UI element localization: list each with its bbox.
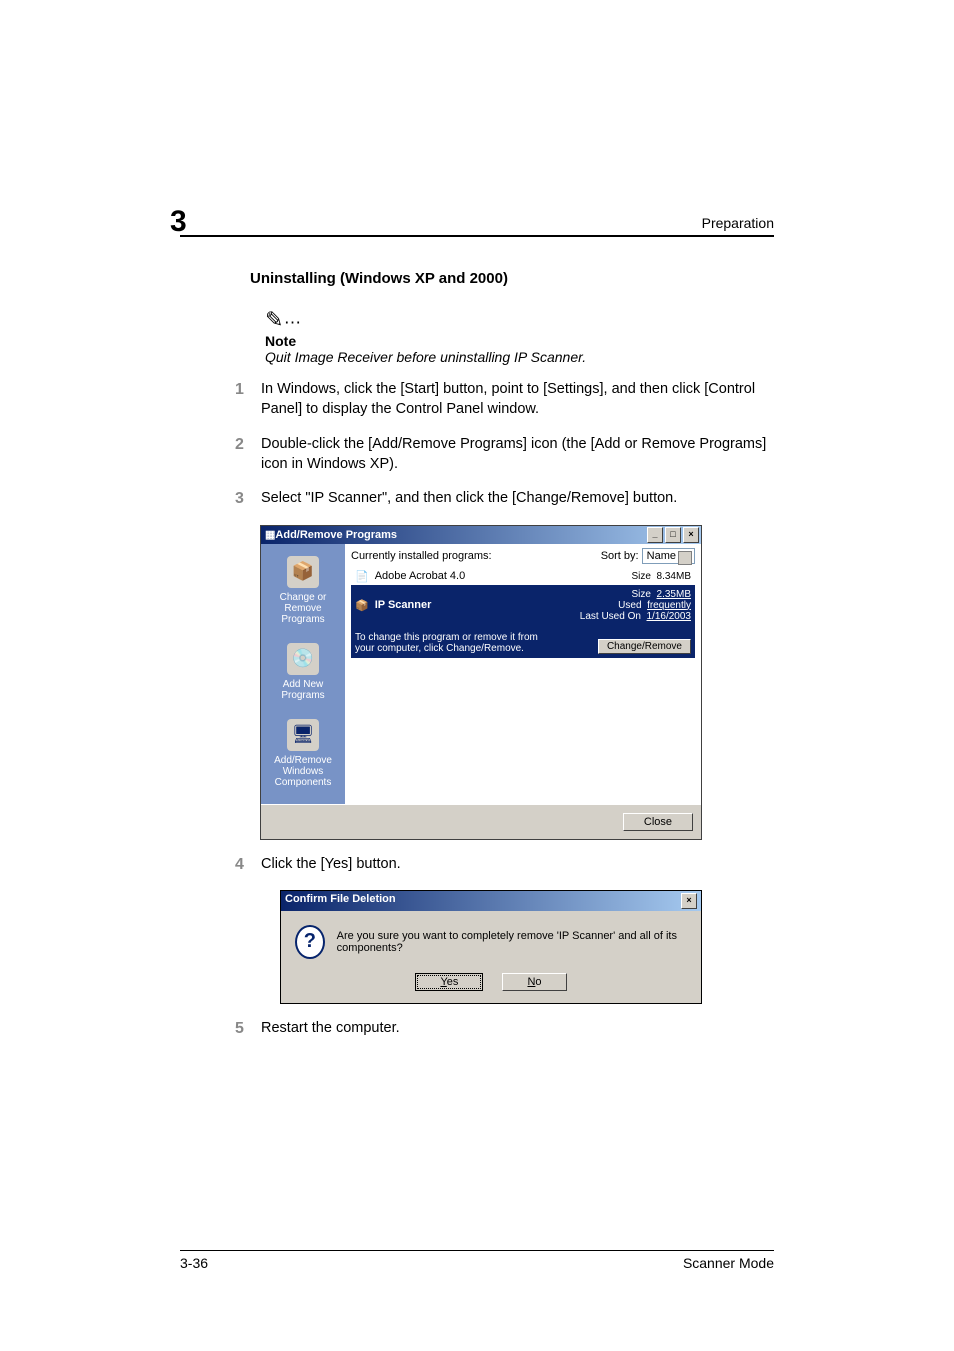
header-right: Preparation bbox=[702, 215, 774, 231]
steps-list-cont2: 5Restart the computer. bbox=[235, 1018, 774, 1040]
step-5: 5Restart the computer. bbox=[235, 1018, 774, 1040]
step-text: In Windows, click the [Start] button, po… bbox=[261, 379, 774, 420]
sidebar-item-label: Add/Remove Windows Components bbox=[265, 755, 341, 788]
step-num: 3 bbox=[235, 488, 261, 510]
sidebar-item-change-remove[interactable]: 📦 Change or Remove Programs bbox=[261, 550, 345, 637]
main-panel: Currently installed programs: Sort by: N… bbox=[345, 544, 701, 804]
program-metrics: Size 2.35MB Used frequently Last Used On… bbox=[580, 589, 691, 622]
note-label: Note bbox=[265, 333, 774, 349]
section-title: Uninstalling (Windows XP and 2000) bbox=[250, 270, 774, 287]
program-icon: 📄 bbox=[355, 570, 369, 583]
maximize-button[interactable]: □ bbox=[665, 527, 681, 543]
change-remove-button[interactable]: Change/Remove bbox=[598, 639, 691, 654]
program-icon: 📦 bbox=[355, 599, 369, 612]
close-button[interactable]: × bbox=[683, 527, 699, 543]
step-text: Select "IP Scanner", and then click the … bbox=[261, 488, 774, 510]
dialog-text: Are you sure you want to completely remo… bbox=[337, 930, 687, 954]
step-num: 4 bbox=[235, 854, 261, 876]
step-num: 1 bbox=[235, 379, 261, 420]
confirm-file-deletion-dialog: Confirm File Deletion × ? Are you sure y… bbox=[280, 890, 702, 1004]
step-text: Restart the computer. bbox=[261, 1018, 774, 1040]
step-1: 1In Windows, click the [Start] button, p… bbox=[235, 379, 774, 420]
box-icon: 📦 bbox=[287, 556, 319, 588]
step-num: 2 bbox=[235, 434, 261, 475]
close-icon[interactable]: × bbox=[681, 893, 697, 909]
step-text: Click the [Yes] button. bbox=[261, 854, 774, 876]
steps-list: 1In Windows, click the [Start] button, p… bbox=[235, 379, 774, 511]
question-icon: ? bbox=[295, 925, 325, 959]
sidebar: 📦 Change or Remove Programs 💿 Add New Pr… bbox=[261, 544, 345, 804]
pencil-icon: ✎ bbox=[265, 307, 283, 332]
close-window-button[interactable]: Close bbox=[623, 813, 693, 831]
page-footer: 3-36 Scanner Mode bbox=[180, 1250, 774, 1271]
program-name: Adobe Acrobat 4.0 bbox=[375, 570, 466, 582]
step-num: 5 bbox=[235, 1018, 261, 1040]
ellipsis-icon: … bbox=[283, 308, 305, 328]
step-3: 3Select "IP Scanner", and then click the… bbox=[235, 488, 774, 510]
program-row-selected[interactable]: 📦 IP Scanner Size 2.35MB Used frequently… bbox=[351, 585, 695, 658]
add-remove-programs-window: ▦ Add/Remove Programs _ □ × 📦 Change or … bbox=[260, 525, 702, 840]
chapter-number: 3 bbox=[170, 205, 187, 239]
step-text: Double-click the [Add/Remove Programs] i… bbox=[261, 434, 774, 475]
dialog-titlebar[interactable]: Confirm File Deletion × bbox=[281, 891, 701, 911]
window-title: Add/Remove Programs bbox=[275, 529, 645, 541]
footer-right: Scanner Mode bbox=[683, 1255, 774, 1271]
dialog-title: Confirm File Deletion bbox=[285, 893, 396, 909]
program-name: IP Scanner bbox=[375, 599, 432, 611]
cd-icon: 💿 bbox=[287, 643, 319, 675]
app-icon: ▦ bbox=[265, 528, 275, 541]
yes-button[interactable]: Yes bbox=[415, 973, 483, 991]
step-2: 2Double-click the [Add/Remove Programs] … bbox=[235, 434, 774, 475]
minimize-button[interactable]: _ bbox=[647, 527, 663, 543]
program-row[interactable]: 📄 Adobe Acrobat 4.0 Size 8.34MB bbox=[351, 568, 695, 585]
window-titlebar[interactable]: ▦ Add/Remove Programs _ □ × bbox=[261, 526, 701, 544]
note-text: Quit Image Receiver before uninstalling … bbox=[265, 349, 774, 365]
sidebar-item-label: Change or Remove Programs bbox=[265, 592, 341, 625]
sort-by-dropdown[interactable]: Name bbox=[642, 548, 695, 564]
steps-list-cont: 4Click the [Yes] button. bbox=[235, 854, 774, 876]
header-rule bbox=[180, 235, 774, 237]
sort-by-label: Sort by: bbox=[601, 550, 639, 562]
document-page: 3 Preparation Uninstalling (Windows XP a… bbox=[0, 0, 954, 1351]
page-number: 3-36 bbox=[180, 1255, 208, 1271]
program-metrics: Size 8.34MB bbox=[632, 571, 691, 582]
no-button[interactable]: No bbox=[502, 973, 566, 991]
sidebar-item-add-new[interactable]: 💿 Add New Programs bbox=[261, 637, 345, 713]
computer-icon: 🖥 bbox=[287, 719, 319, 751]
step-4: 4Click the [Yes] button. bbox=[235, 854, 774, 876]
sidebar-item-windows-components[interactable]: 🖥 Add/Remove Windows Components bbox=[261, 713, 345, 800]
installed-label: Currently installed programs: bbox=[351, 550, 492, 562]
program-desc: To change this program or remove it from… bbox=[355, 632, 555, 654]
sidebar-item-label: Add New Programs bbox=[265, 679, 341, 701]
note-block: ✎… Note Quit Image Receiver before unins… bbox=[265, 307, 774, 365]
